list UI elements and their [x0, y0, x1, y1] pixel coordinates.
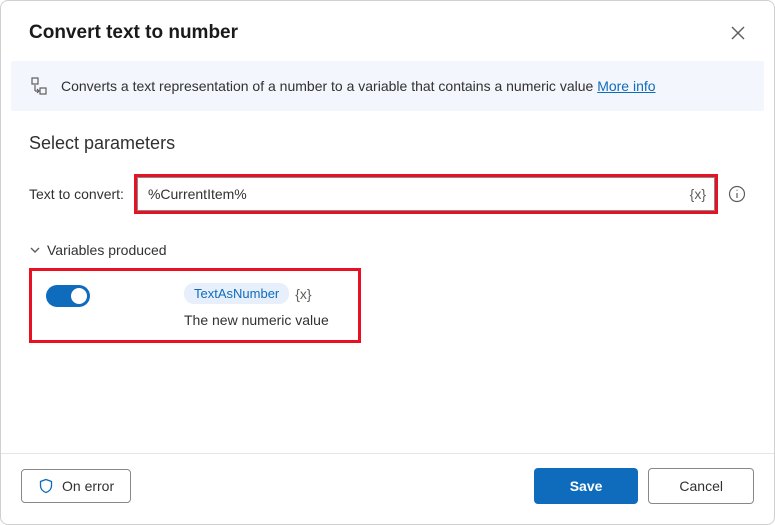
text-to-convert-row: Text to convert: {x} — [29, 174, 746, 214]
shield-icon — [38, 478, 54, 494]
section-title: Select parameters — [29, 133, 746, 154]
on-error-button[interactable]: On error — [21, 469, 131, 503]
close-button[interactable] — [726, 21, 750, 45]
variable-row: TextAsNumber {x} The new numeric value — [46, 283, 344, 328]
dialog-title: Convert text to number — [29, 22, 238, 44]
variable-toggle[interactable] — [46, 285, 90, 307]
variable-info: TextAsNumber {x} The new numeric value — [118, 283, 329, 328]
variable-picker-button[interactable]: {x} — [682, 182, 714, 206]
on-error-label: On error — [62, 478, 114, 494]
text-to-convert-label: Text to convert: — [29, 186, 124, 202]
banner-description: Converts a text representation of a numb… — [61, 78, 597, 94]
input-highlight-box: {x} — [134, 174, 718, 214]
chevron-down-icon — [29, 244, 41, 256]
field-info-button[interactable] — [728, 185, 746, 203]
variable-name-chip[interactable]: TextAsNumber — [184, 283, 289, 304]
dialog-content: Select parameters Text to convert: {x} — [1, 111, 774, 453]
dialog-header: Convert text to number — [1, 1, 774, 59]
dialog-footer: On error Save Cancel — [1, 453, 774, 524]
footer-actions: Save Cancel — [534, 468, 754, 504]
text-to-convert-input[interactable] — [138, 180, 682, 208]
info-icon — [728, 185, 746, 203]
dialog-container: Convert text to number Converts a text r… — [0, 0, 775, 525]
variables-produced-toggle[interactable]: Variables produced — [29, 242, 746, 258]
toggle-knob — [71, 288, 87, 304]
variable-x-icon: {x} — [295, 286, 311, 302]
close-icon — [730, 25, 746, 41]
convert-icon — [31, 77, 47, 95]
variables-highlight-box: TextAsNumber {x} The new numeric value — [29, 268, 361, 343]
save-button[interactable]: Save — [534, 468, 639, 504]
variable-description: The new numeric value — [184, 312, 329, 328]
info-banner: Converts a text representation of a numb… — [11, 61, 764, 111]
text-to-convert-input-wrapper: {x} — [137, 177, 715, 211]
variable-name-row: TextAsNumber {x} — [184, 283, 329, 304]
info-banner-text: Converts a text representation of a numb… — [61, 78, 656, 94]
more-info-link[interactable]: More info — [597, 78, 655, 94]
variables-produced-label: Variables produced — [47, 242, 167, 258]
cancel-button[interactable]: Cancel — [648, 468, 754, 504]
